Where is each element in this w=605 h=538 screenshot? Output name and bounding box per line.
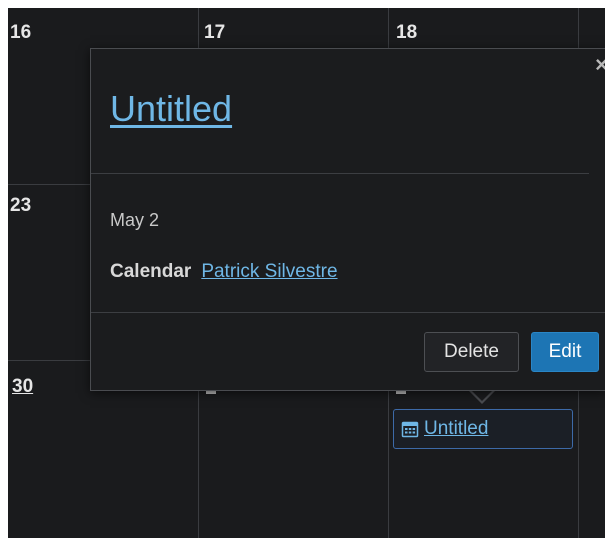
popover-pointer-fill — [471, 390, 493, 401]
day-number-18[interactable]: 18 — [396, 22, 417, 44]
event-popover: × Untitled May 2 Calendar Patrick Silvest… — [90, 48, 605, 391]
day-number-peek — [206, 391, 216, 394]
event-chip-label: Untitled — [424, 418, 489, 439]
calendar-icon — [401, 420, 419, 438]
day-number-16[interactable]: 16 — [10, 22, 31, 44]
calendar-row: Calendar Patrick Silvestre — [110, 261, 338, 283]
day-number-30[interactable]: 30 — [12, 376, 33, 398]
calendar-owner-link[interactable]: Patrick Silvestre — [201, 261, 337, 282]
day-number-23[interactable]: 23 — [10, 195, 31, 217]
day-number-peek — [396, 391, 406, 394]
close-icon[interactable]: × — [595, 54, 605, 76]
calendar-label: Calendar — [110, 261, 192, 282]
event-title-link[interactable]: Untitled — [110, 88, 232, 130]
event-date: May 2 — [110, 210, 160, 230]
event-chip[interactable]: Untitled — [393, 409, 573, 449]
calendar-app: 16 17 18 23 30 Untitled × Untitled May 2… — [0, 0, 605, 538]
day-number-17[interactable]: 17 — [204, 22, 225, 44]
divider — [91, 312, 605, 313]
divider — [91, 173, 589, 174]
delete-button[interactable]: Delete — [424, 332, 519, 372]
edit-button[interactable]: Edit — [531, 332, 599, 372]
